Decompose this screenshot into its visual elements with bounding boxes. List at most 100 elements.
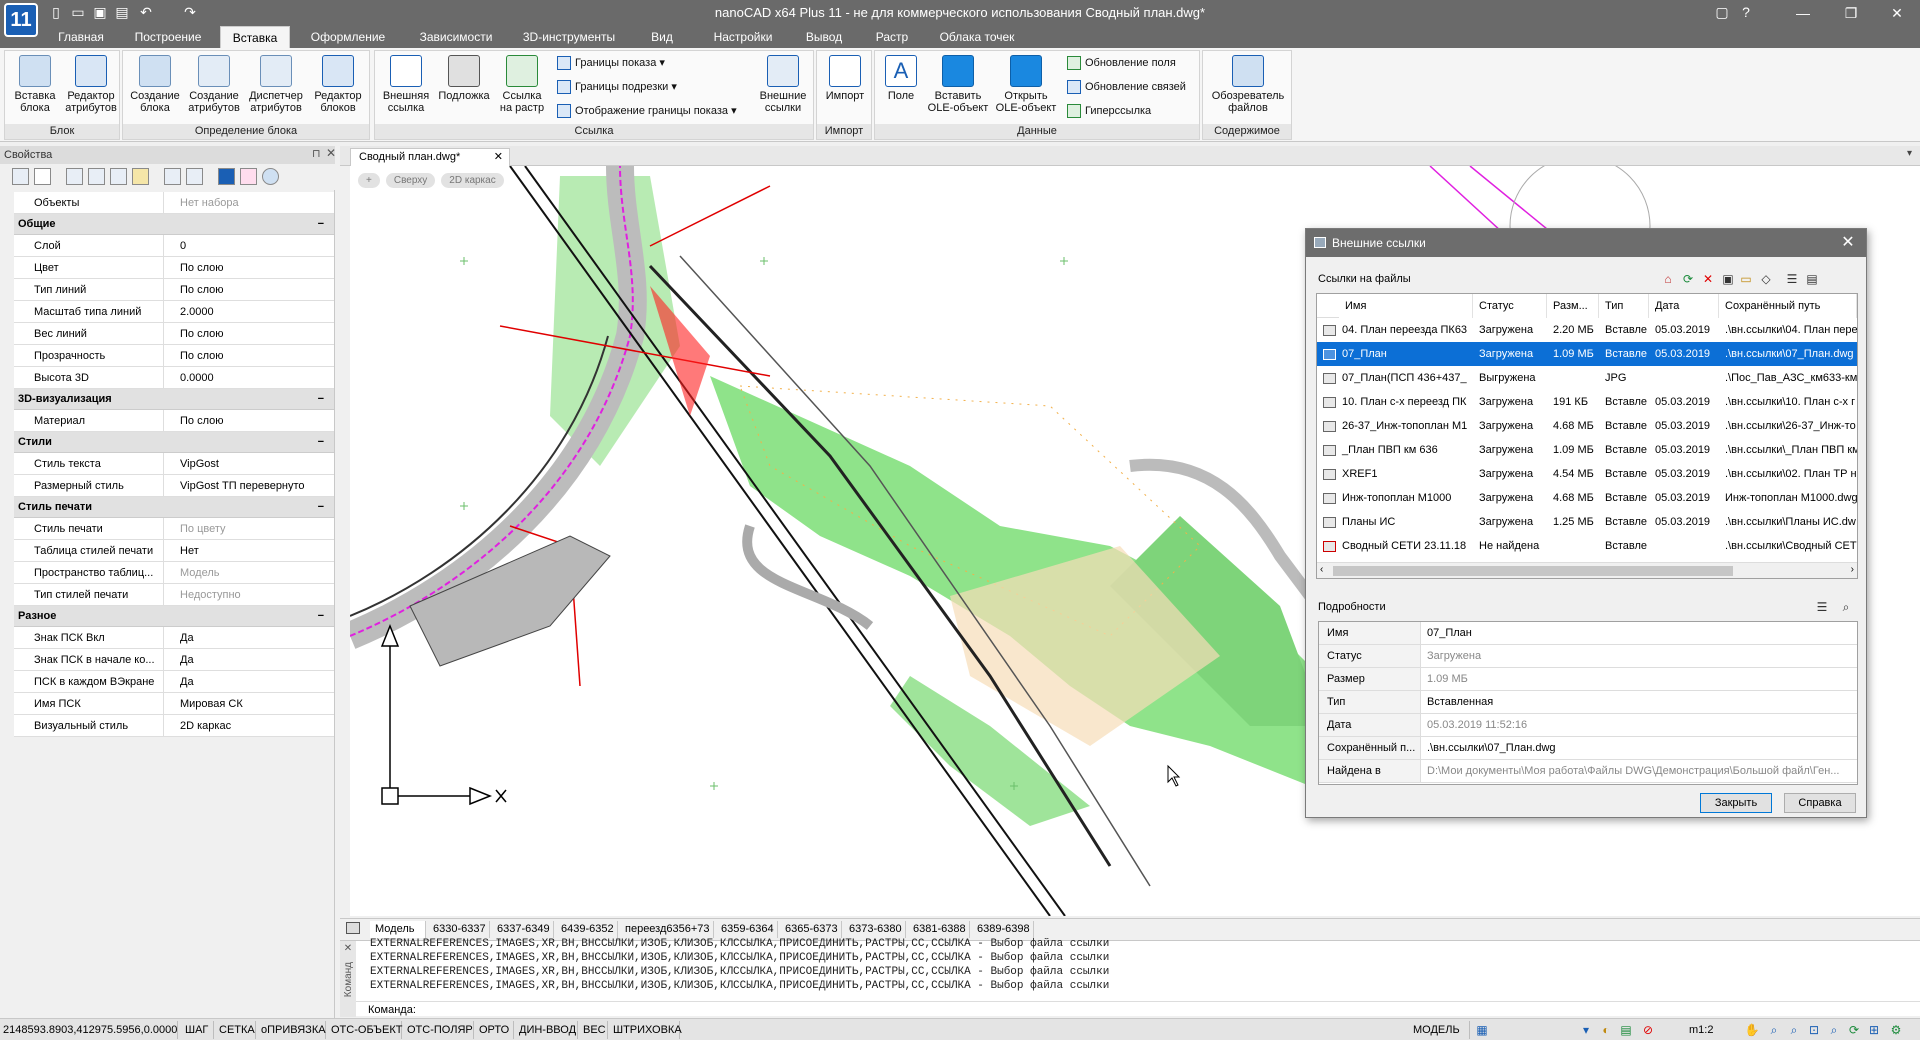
detail-value[interactable]: 1.09 МБ bbox=[1423, 668, 1855, 690]
property-value[interactable]: VipGost bbox=[166, 453, 334, 475]
show-display-bounds-button[interactable]: Отображение границы показа ▾ bbox=[555, 101, 775, 121]
new-file-icon[interactable]: ▯ bbox=[46, 2, 66, 22]
app-logo[interactable]: 11 bbox=[4, 3, 38, 37]
attach-icon[interactable]: ⌂ bbox=[1660, 271, 1676, 287]
field-button[interactable]: A Поле bbox=[879, 55, 923, 123]
scroll-left-icon[interactable]: ‹ bbox=[1320, 564, 1323, 575]
print-icon[interactable]: ▤ bbox=[112, 2, 132, 22]
status-toggle[interactable]: ОТС-ОБЪЕКТ bbox=[328, 1021, 402, 1039]
column-header[interactable]: Имя bbox=[1339, 294, 1473, 318]
property-value[interactable]: По слою bbox=[166, 257, 334, 279]
property-value[interactable]: Нет bbox=[166, 540, 334, 562]
layout-menu-icon[interactable] bbox=[346, 922, 360, 934]
table-row[interactable]: _План ПВП км 636 Загружена 1.09 МБ Вставле 0… bbox=[1317, 438, 1857, 462]
table-row[interactable]: 07_План(ПСП 436+437_ Выгружена JPG .\Пос_Па… bbox=[1317, 366, 1857, 390]
lock-icon[interactable]: ▤ bbox=[1618, 1022, 1634, 1038]
refresh-icon[interactable]: ⟳ bbox=[1680, 271, 1696, 287]
tab-4[interactable]: Зависимости bbox=[406, 26, 506, 48]
workspace-icon[interactable]: ⊞ bbox=[1866, 1022, 1882, 1038]
external-reference-button[interactable]: Внешняя ссылка bbox=[379, 55, 433, 123]
column-header[interactable]: Статус bbox=[1473, 294, 1547, 318]
collapse-icon[interactable]: − bbox=[318, 432, 324, 453]
property-value[interactable]: По цвету bbox=[166, 518, 334, 540]
attribute-manager-button[interactable]: Диспетчер атрибутов bbox=[245, 55, 307, 123]
property-value[interactable]: Да bbox=[166, 627, 334, 649]
table-row[interactable]: Планы ИС Загружена 1.25 МБ Вставле 05.03.201… bbox=[1317, 510, 1857, 534]
details-view-icon[interactable]: ☰ bbox=[1814, 599, 1830, 615]
command-prompt[interactable]: Команда: bbox=[356, 1001, 1920, 1017]
layout-tab[interactable]: 6439-6352 bbox=[556, 921, 618, 938]
layout-tab[interactable]: 6373-6380 bbox=[844, 921, 906, 938]
layout-tab[interactable]: 6365-6373 bbox=[780, 921, 842, 938]
detail-value[interactable]: D:\Мои документы\Моя работа\Файлы DWG\Де… bbox=[1423, 760, 1855, 782]
filter-selection-icon[interactable] bbox=[110, 168, 127, 185]
filter-icon[interactable] bbox=[132, 168, 149, 185]
layout-tab[interactable]: Модель bbox=[370, 921, 426, 938]
select-similar-icon[interactable] bbox=[66, 168, 83, 185]
match-properties-icon[interactable] bbox=[186, 168, 203, 185]
clip-display-bounds-button[interactable]: Границы показа ▾ bbox=[555, 53, 755, 73]
close-dialog-icon[interactable]: ✕ bbox=[1838, 229, 1858, 257]
collapse-icon[interactable]: − bbox=[318, 214, 324, 235]
status-toggle[interactable]: СЕТКА bbox=[216, 1021, 256, 1039]
tab-2[interactable]: Вставка bbox=[220, 26, 290, 48]
property-value[interactable]: 0 bbox=[166, 235, 334, 257]
detach-icon[interactable]: ✕ bbox=[1700, 271, 1716, 287]
detail-value[interactable]: Загружена bbox=[1423, 645, 1855, 667]
table-row[interactable]: 26-37_Инж-топоплан М1 Загружена 4.68 МБ Вст… bbox=[1317, 414, 1857, 438]
clip-bounds-button[interactable]: Границы подрезки ▾ bbox=[555, 77, 755, 97]
tab-0[interactable]: Главная bbox=[46, 26, 116, 48]
close-panel-icon[interactable]: ✕ bbox=[326, 146, 336, 160]
account-icon[interactable]: ▢ bbox=[1712, 2, 1732, 22]
collapse-icon[interactable]: − bbox=[318, 497, 324, 518]
quick-select-icon[interactable] bbox=[88, 168, 105, 185]
tab-1[interactable]: Построение bbox=[124, 26, 212, 48]
viewport-menu[interactable]: + bbox=[358, 173, 380, 188]
bind-icon[interactable]: ◇ bbox=[1758, 271, 1774, 287]
zoom-extents-icon[interactable]: ⊡ bbox=[1806, 1022, 1822, 1038]
status-toggle[interactable]: ДИН-ВВОД bbox=[516, 1021, 578, 1039]
pin-icon[interactable]: ⊓ bbox=[312, 147, 321, 160]
property-category[interactable]: 3D-визуализация − bbox=[14, 389, 334, 410]
property-value[interactable]: По слою bbox=[166, 279, 334, 301]
clear-selection-icon[interactable] bbox=[240, 168, 257, 185]
property-value[interactable]: 2D каркас bbox=[166, 715, 334, 737]
tab-3[interactable]: Оформление bbox=[298, 26, 398, 48]
raster-link-button[interactable]: Ссылка на растр bbox=[495, 55, 549, 123]
property-value[interactable]: По слою bbox=[166, 323, 334, 345]
underlay-button[interactable]: Подложка bbox=[435, 55, 493, 123]
property-value[interactable]: Недоступно bbox=[166, 584, 334, 606]
close-tab-icon[interactable]: ✕ bbox=[494, 149, 503, 165]
detail-value[interactable]: 05.03.2019 11:52:16 bbox=[1423, 714, 1855, 736]
hyperlink-button[interactable]: Гиперссылка bbox=[1065, 101, 1199, 121]
tab-7[interactable]: Настройки bbox=[700, 26, 786, 48]
list-view-icon[interactable]: ☰ bbox=[1784, 271, 1800, 287]
scale-readout[interactable]: m1:2 bbox=[1686, 1021, 1730, 1039]
save-icon[interactable]: ▣ bbox=[90, 2, 110, 22]
column-header[interactable]: Дата bbox=[1649, 294, 1719, 318]
properties-help-icon[interactable] bbox=[262, 168, 279, 185]
undo-icon[interactable]: ↶ bbox=[136, 2, 156, 22]
property-value[interactable]: 0.0000 bbox=[166, 367, 334, 389]
zoom-icon[interactable]: ⌕ bbox=[1766, 1022, 1782, 1038]
table-row[interactable]: 07_План Загружена 1.09 МБ Вставле 05.03.2019… bbox=[1317, 342, 1857, 366]
dropdown-icon[interactable]: ▾ bbox=[1578, 1022, 1594, 1038]
maximize-button[interactable]: ❐ bbox=[1828, 0, 1874, 26]
close-button[interactable]: Закрыть bbox=[1700, 793, 1772, 813]
model-space-toggle[interactable]: МОДЕЛЬ bbox=[1410, 1021, 1470, 1039]
status-toggle[interactable]: ШАГ bbox=[182, 1021, 214, 1039]
status-toggle[interactable]: ШТРИХОВКА bbox=[610, 1021, 682, 1039]
redo-icon[interactable]: ↷ bbox=[180, 2, 200, 22]
detail-value[interactable]: Вставленная bbox=[1423, 691, 1855, 713]
view-direction[interactable]: Сверху bbox=[385, 173, 436, 188]
layout-tab[interactable]: 6330-6337 bbox=[428, 921, 490, 938]
update-links-button[interactable]: Обновление связей bbox=[1065, 77, 1199, 97]
save-xref-icon[interactable]: ▣ bbox=[1720, 271, 1736, 287]
external-references-button[interactable]: Внешние ссылки bbox=[755, 55, 811, 123]
zoom-previous-icon[interactable]: ⌕ bbox=[1826, 1022, 1842, 1038]
horizontal-scrollbar[interactable]: ‹ › bbox=[1317, 562, 1857, 578]
property-value[interactable]: Да bbox=[166, 649, 334, 671]
pan-hand-icon[interactable]: ✋ bbox=[1744, 1022, 1760, 1038]
layout-tab[interactable]: 6337-6349 bbox=[492, 921, 554, 938]
status-toggle[interactable]: ОРТО bbox=[476, 1021, 514, 1039]
